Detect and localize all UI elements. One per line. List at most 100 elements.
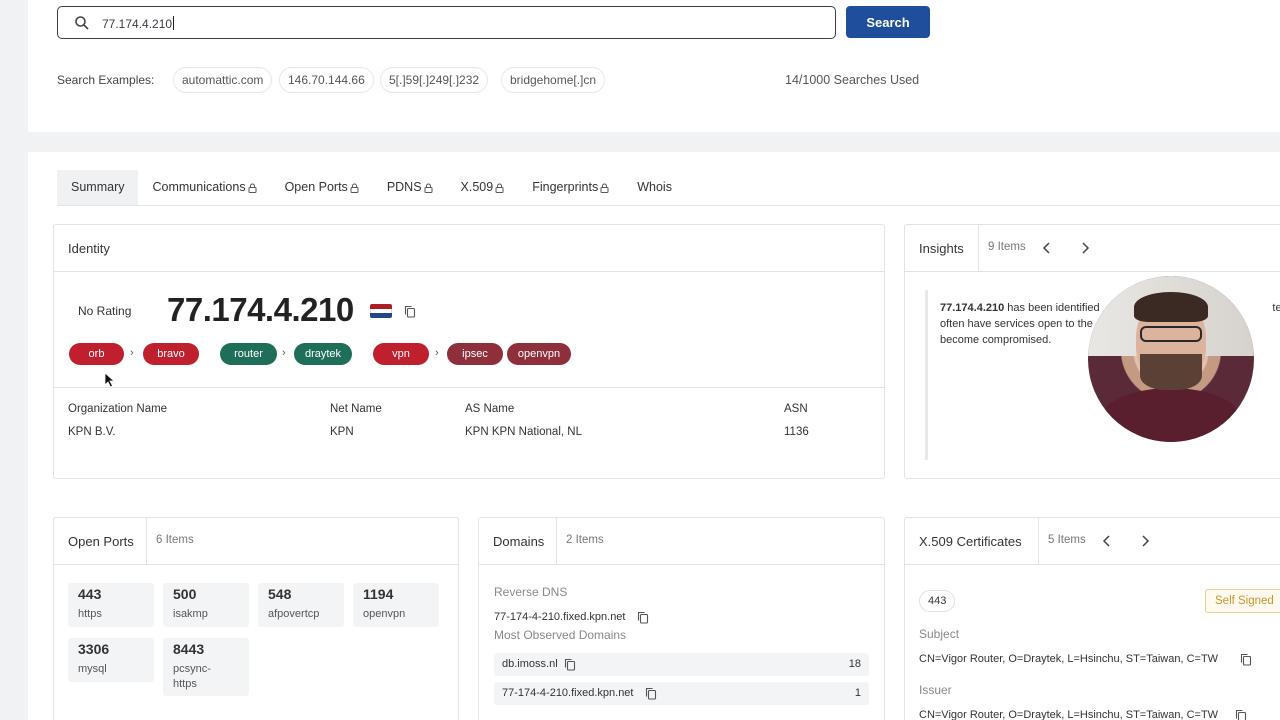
port-card[interactable]: 1194 openvpn [353,583,439,627]
tab-label: Fingerprints [532,180,599,194]
org-name-value: KPN B.V. [68,426,116,438]
copy-icon[interactable] [404,305,416,318]
lock-icon [248,183,257,193]
tab-label: X.509 [460,180,494,194]
most-observed-label: Most Observed Domains [494,628,627,642]
search-examples-label: Search Examples: [57,73,155,87]
netherlands-flag-icon [370,304,392,318]
ip-address-title: 77.174.4.210 [167,291,354,328]
open-ports-count: 6 Items [156,534,194,546]
tab-divider [57,205,1280,206]
reverse-dns-value: 77-174-4-210.fixed.kpn.net [494,611,626,623]
search-example-chip[interactable]: bridgehome[.]cn [501,67,606,93]
tab-fingerprints[interactable]: Fingerprints [518,170,623,205]
port-card[interactable]: 8443 pcsync- https [163,638,249,696]
insights-count: 9 Items [988,241,1026,253]
copy-icon[interactable] [564,658,576,671]
domains-title: Domains [493,534,545,549]
open-ports-header: Open Ports 6 Items [54,518,458,565]
tab-label: Communications [152,180,246,194]
chevron-left-icon[interactable] [1100,534,1114,548]
domain-count: 18 [848,658,861,670]
domain-row[interactable]: 77-174-4-210.fixed.kpn.net 1 [494,682,869,705]
reverse-dns-label: Reverse DNS [494,585,568,599]
tag-chip[interactable]: ipsec [447,343,503,365]
tag-chip[interactable]: vpn [373,343,429,365]
search-example-chip[interactable]: 5[.]59[.]249[.]232 [380,67,489,93]
domains-header: Domains 2 Items [479,518,884,565]
copy-icon[interactable] [1240,653,1252,666]
search-usage-counter: 14/1000 Searches Used [785,73,920,87]
lock-icon [495,183,504,193]
identity-title: Identity [68,241,110,256]
as-name-header: AS Name [465,403,515,415]
domain-name: 77-174-4-210.fixed.kpn.net [502,687,634,699]
subject-label: Subject [919,627,960,641]
x509-count: 5 Items [1048,534,1086,546]
domain-name: db.imoss.nl [502,658,558,670]
tab-bar: Summary Communications Open Ports PDNS X… [57,170,686,205]
domains-count: 2 Items [566,534,604,546]
port-card[interactable]: 548 afpovertcp [258,583,344,627]
identity-header: Identity [54,225,884,272]
identity-panel: Identity No Rating 77.174.4.210 orb › br… [53,224,885,479]
insights-header: Insights 9 Items [905,225,1280,272]
tab-summary[interactable]: Summary [57,170,139,205]
tab-whois[interactable]: Whois [623,170,686,205]
chevron-right-icon: › [130,347,134,359]
x509-title: X.509 Certificates [919,534,1022,549]
x509-panel: X.509 Certificates 5 Items 443 Self Sign… [904,517,1280,720]
identity-divider [54,387,884,388]
self-signed-badge: Self Signed [1205,589,1280,613]
lock-icon [600,183,609,193]
lock-icon [424,183,433,193]
search-button[interactable]: Search [846,6,930,38]
copy-icon[interactable] [637,611,649,624]
issuer-label: Issuer [919,683,952,697]
search-input-value: 77.174.4.210 [102,16,175,31]
search-example-chip[interactable]: 146.70.144.66 [279,67,374,93]
asn-header: ASN [784,403,808,415]
asn-value: 1136 [784,426,809,438]
domains-panel: Domains 2 Items Reverse DNS 77-174-4-210… [478,517,885,720]
rating-label: No Rating [78,304,132,318]
org-name-header: Organization Name [68,403,168,415]
open-ports-title: Open Ports [68,534,134,549]
port-card[interactable]: 3306 mysql [68,638,154,682]
chevron-right-icon[interactable] [1078,241,1092,255]
port-card[interactable]: 500 isakmp [163,583,249,627]
lock-icon [350,183,359,193]
tab-pdns[interactable]: PDNS [373,170,447,205]
search-example-chip[interactable]: automattic.com [173,67,273,93]
chevron-left-icon[interactable] [1040,241,1054,255]
cert-port-badge: 443 [919,590,956,612]
tag-chip[interactable]: orb [69,343,124,365]
chevron-right-icon[interactable] [1138,534,1152,548]
tab-x509[interactable]: X.509 [447,170,519,205]
subject-value: CN=Vigor Router, O=Draytek, L=Hsinchu, S… [919,653,1219,665]
tab-label: PDNS [386,180,422,194]
net-name-header: Net Name [330,403,382,415]
tab-label: Summary [71,180,125,194]
net-name-value: KPN [330,426,354,438]
search-card: 77.174.4.210 Search Search Examples: aut… [28,0,1280,132]
tag-chip[interactable]: openvpn [507,343,571,365]
search-input[interactable]: 77.174.4.210 [57,6,836,39]
copy-icon[interactable] [645,687,657,700]
copy-icon[interactable] [1235,709,1247,720]
mouse-cursor-icon [104,372,116,388]
port-card[interactable]: 443 https [68,583,154,627]
chevron-right-icon: › [282,347,286,359]
tag-chip[interactable]: bravo [143,343,199,365]
issuer-value: CN=Vigor Router, O=Draytek, L=Hsinchu, S… [919,709,1219,720]
domain-count: 1 [854,687,861,699]
tag-chip[interactable]: draytek [294,343,352,365]
x509-header: X.509 Certificates 5 Items [905,518,1280,565]
tab-open-ports[interactable]: Open Ports [271,170,373,205]
open-ports-panel: Open Ports 6 Items 443 https 500 isakmp 54… [53,517,459,720]
tag-chip[interactable]: router [220,343,277,365]
domain-row[interactable]: db.imoss.nl 18 [494,653,869,676]
tab-label: Open Ports [284,180,348,194]
tab-label: Whois [637,180,672,194]
tab-communications[interactable]: Communications [138,170,270,205]
